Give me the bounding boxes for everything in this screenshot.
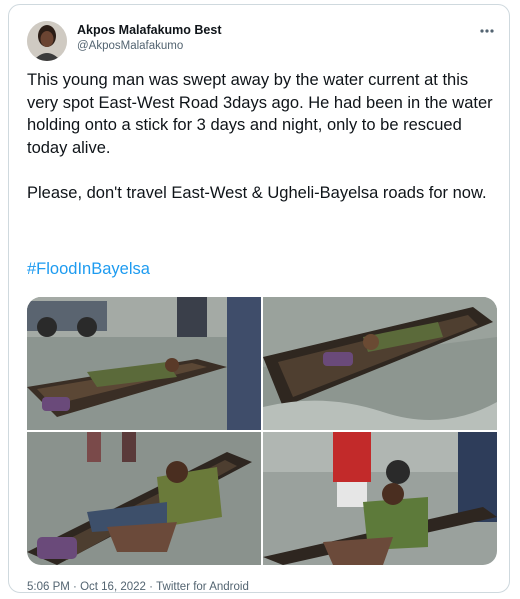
tweet-date[interactable]: Oct 16, 2022 [80, 581, 146, 593]
meta-separator: · [69, 581, 81, 593]
media-grid [27, 297, 497, 565]
tweet-paragraph-1: This young man was swept away by the wat… [27, 71, 493, 157]
meta-separator: · [145, 581, 157, 593]
tweet-time[interactable]: 5:06 PM [27, 581, 70, 593]
tweet-paragraph-2: Please, don't travel East-West & Ugheli-… [27, 183, 487, 202]
more-horizontal-icon[interactable] [477, 23, 497, 39]
display-name[interactable]: Akpos Malafakumo Best [77, 23, 221, 37]
hashtag-link[interactable]: #FloodInBayelsa [27, 260, 150, 279]
avatar[interactable] [27, 21, 67, 61]
tweet-text: This young man was swept away by the wat… [27, 69, 497, 204]
tweet-card: Akpos Malafakumo Best @AkposMalafakumo T… [8, 4, 510, 593]
user-handle[interactable]: @AkposMalafakumo [77, 40, 183, 52]
tweet-photo-3[interactable] [27, 432, 261, 565]
tweet-photo-1[interactable] [27, 297, 261, 430]
tweet-source[interactable]: Twitter for Android [156, 581, 249, 593]
tweet-photo-2[interactable] [263, 297, 497, 430]
tweet-meta: 5:06 PM · Oct 16, 2022 · Twitter for And… [27, 581, 249, 593]
tweet-photo-4[interactable] [263, 432, 497, 565]
